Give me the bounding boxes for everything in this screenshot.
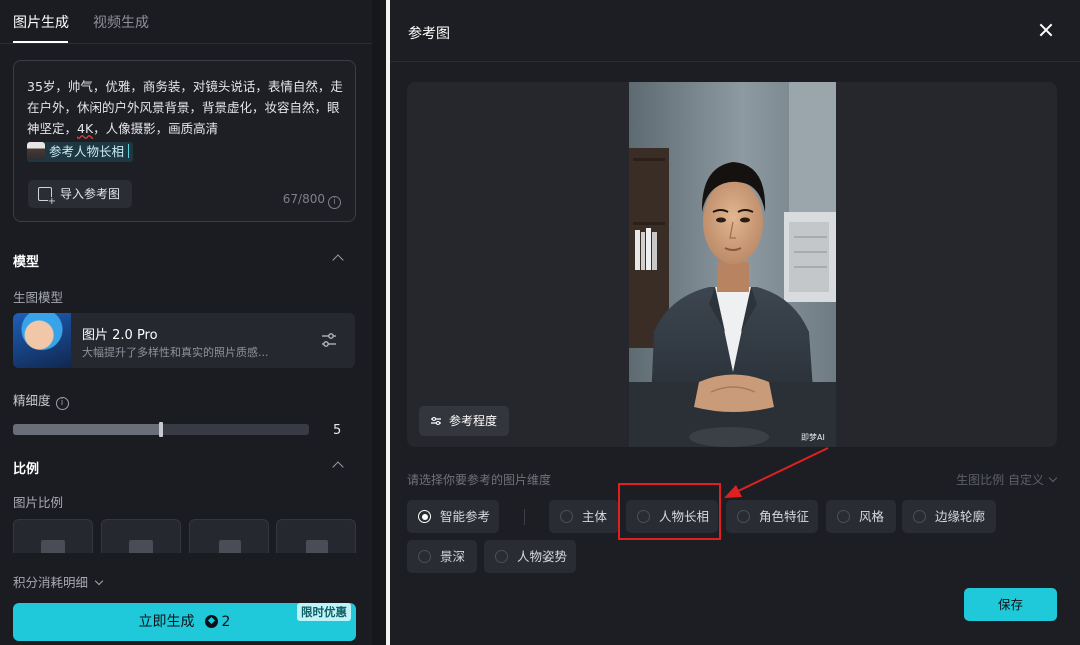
cost-detail-label: 积分消耗明细: [13, 575, 89, 590]
option-smart-reference[interactable]: 智能参考: [407, 500, 499, 533]
model-selector[interactable]: 图片 2.0 Pro 大幅提升了多样性和真实的照片质感...: [13, 313, 355, 368]
option-label: 景深: [440, 549, 466, 564]
reference-chip-label: 参考人物长相: [49, 144, 125, 159]
model-thumbnail: [13, 313, 71, 368]
generate-label: 立即生成: [138, 614, 195, 630]
model-sub-label: 生图模型: [13, 290, 64, 305]
close-icon[interactable]: [1038, 22, 1054, 38]
detail-label-row: 精细度 i: [13, 390, 69, 410]
collapse-model-chevron-icon[interactable]: [332, 254, 344, 266]
ratio-shape: [129, 540, 153, 553]
option-label: 智能参考: [440, 509, 491, 524]
dimension-prompt: 请选择你要参考的图片维度: [407, 473, 552, 487]
option-depth-of-field[interactable]: 景深: [407, 540, 477, 573]
generation-tabs: 图片生成 视频生成: [0, 0, 372, 44]
dialog-title: 参考图: [408, 26, 450, 42]
option-label: 主体: [582, 509, 608, 524]
collapse-ratio-chevron-icon[interactable]: [332, 461, 344, 473]
reference-degree-button[interactable]: 参考程度: [419, 406, 510, 436]
info-icon[interactable]: i: [55, 397, 69, 410]
model-description: 大幅提升了多样性和真实的照片质感...: [82, 346, 269, 359]
detail-slider[interactable]: [13, 422, 309, 437]
prompt-keyword-4k: 4K: [77, 121, 94, 136]
annotation-arrow: [724, 447, 829, 498]
char-counter-value: 67/800: [282, 192, 325, 206]
reference-photo: 即梦AI: [629, 82, 836, 447]
text-cursor: [128, 144, 130, 158]
image-add-icon: [38, 187, 56, 207]
left-panel: 图片生成 视频生成 35岁，帅气，优雅，商务装，对镜头说话，表情自然，走在户外，…: [0, 0, 372, 645]
portrait-image: 即梦AI: [629, 82, 836, 447]
ratio-sub-label: 图片比例: [13, 495, 64, 510]
ratio-shape: [41, 540, 65, 553]
chevron-down-icon: [94, 576, 104, 586]
ratio-option[interactable]: [189, 519, 269, 553]
option-separator: [524, 509, 525, 525]
credit-icon: [204, 615, 218, 628]
detail-value: 5: [333, 423, 342, 438]
radio-icon: [913, 510, 926, 523]
option-pose[interactable]: 人物姿势: [484, 540, 576, 573]
radio-icon: [837, 510, 850, 523]
reference-preview: 即梦AI 参考程度: [407, 82, 1057, 447]
promo-badge: 限时优惠: [297, 603, 351, 621]
generate-cost: 2: [221, 614, 231, 630]
detail-slider-fill: [13, 424, 161, 435]
option-subject[interactable]: 主体: [549, 500, 619, 533]
option-label: 边缘轮廓: [935, 509, 986, 524]
model-section-title: 模型: [13, 255, 40, 270]
watermark-text: 即梦AI: [801, 433, 825, 442]
cost-detail-toggle[interactable]: 积分消耗明细: [13, 572, 104, 591]
prompt-text[interactable]: 35岁，帅气，优雅，商务装，对镜头说话，表情自然，走在户外，休闲的户外风景背景，…: [27, 76, 347, 162]
import-reference-label: 导入参考图: [60, 187, 121, 201]
radio-icon: [495, 550, 508, 563]
reference-thumbnail: [27, 142, 45, 160]
ratio-options: [13, 519, 356, 553]
active-tab-indicator: [13, 41, 68, 43]
model-name: 图片 2.0 Pro: [82, 328, 158, 343]
radio-selected-icon: [418, 510, 431, 523]
radio-icon: [418, 550, 431, 563]
detail-slider-handle[interactable]: [159, 422, 163, 437]
output-ratio-label: 生图比例 自定义: [956, 473, 1044, 487]
radio-icon: [737, 510, 750, 523]
ratio-option[interactable]: [101, 519, 181, 553]
ratio-section-title: 比例: [13, 462, 40, 477]
tab-image-generation[interactable]: 图片生成: [13, 12, 69, 32]
adjust-icon: [431, 417, 441, 425]
detail-label: 精细度: [13, 393, 51, 408]
settings-sliders-icon[interactable]: [321, 332, 337, 348]
ratio-shape: [306, 540, 328, 553]
import-reference-button[interactable]: 导入参考图: [28, 180, 132, 208]
option-edge-contour[interactable]: 边缘轮廓: [902, 500, 996, 533]
save-button[interactable]: 保存: [964, 588, 1057, 621]
prompt-input[interactable]: 35岁，帅气，优雅，商务装，对镜头说话，表情自然，走在户外，休闲的户外风景背景，…: [13, 60, 356, 222]
reference-chip[interactable]: 参考人物长相: [27, 142, 134, 162]
tab-video-generation[interactable]: 视频生成: [93, 12, 149, 32]
ratio-shape: [219, 540, 241, 553]
chevron-down-icon: [1048, 473, 1058, 483]
option-style[interactable]: 风格: [826, 500, 896, 533]
prompt-text-part2: ，人像摄影，画质高清: [93, 121, 219, 136]
ratio-option[interactable]: [276, 519, 356, 553]
ratio-option[interactable]: [13, 519, 93, 553]
output-ratio-select[interactable]: 生图比例 自定义: [956, 471, 1058, 488]
option-label: 人物姿势: [517, 549, 568, 564]
info-icon[interactable]: i: [328, 196, 341, 209]
char-counter: 67/800 i: [283, 192, 341, 209]
annotation-highlight-box: [618, 483, 721, 540]
reference-degree-label: 参考程度: [449, 414, 498, 428]
dialog-header: 参考图: [390, 0, 1080, 62]
option-label: 风格: [859, 509, 885, 524]
radio-icon: [560, 510, 573, 523]
